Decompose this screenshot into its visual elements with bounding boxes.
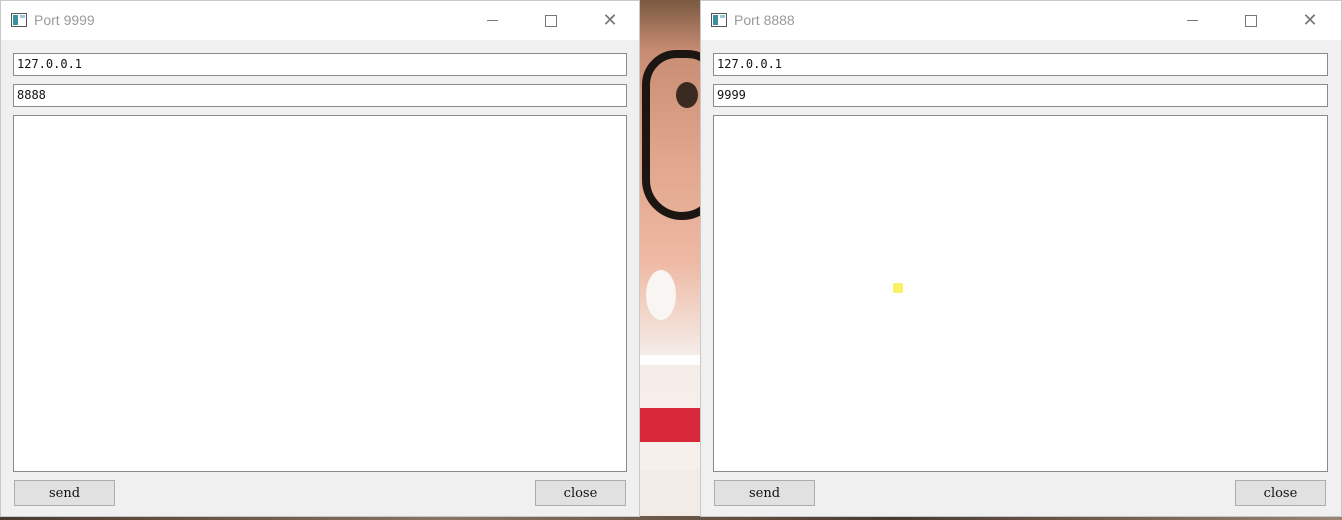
title-bar[interactable]: Port 8888 ✕: [701, 1, 1341, 40]
message-textarea[interactable]: [713, 115, 1328, 472]
glasses-frame: [642, 50, 700, 220]
app-window-icon: [711, 13, 727, 27]
close-icon[interactable]: ✕: [581, 1, 639, 40]
maximize-icon[interactable]: [1222, 1, 1280, 40]
maximize-icon[interactable]: [522, 1, 580, 40]
minimize-icon[interactable]: [1163, 1, 1221, 40]
wallpaper-photo: [640, 0, 700, 520]
shirt-stripe: [640, 355, 700, 365]
app-window-icon: [11, 13, 27, 27]
send-button[interactable]: send: [714, 480, 815, 506]
window-port-8888[interactable]: Port 8888 ✕ 127.0.0.1 9999 send close: [700, 0, 1342, 517]
ip-address-field[interactable]: 127.0.0.1: [13, 53, 627, 76]
close-button[interactable]: close: [1235, 480, 1326, 506]
send-button[interactable]: send: [14, 480, 115, 506]
cheek: [646, 270, 676, 320]
shirt-stripe-red: [640, 408, 700, 442]
message-textarea[interactable]: [13, 115, 627, 472]
port-field[interactable]: 9999: [713, 84, 1328, 107]
ip-address-field[interactable]: 127.0.0.1: [713, 53, 1328, 76]
window-title: Port 9999: [34, 12, 95, 28]
title-bar[interactable]: Port 9999 ✕: [1, 1, 639, 40]
shirt-stripe: [640, 470, 700, 520]
mouse-cursor-highlight: [893, 283, 903, 293]
port-field[interactable]: 8888: [13, 84, 627, 107]
close-button[interactable]: close: [535, 480, 626, 506]
minimize-icon[interactable]: [463, 1, 521, 40]
close-icon[interactable]: ✕: [1281, 1, 1339, 40]
eye: [676, 82, 698, 108]
window-title: Port 8888: [734, 12, 795, 28]
window-port-9999[interactable]: Port 9999 ✕ 127.0.0.1 8888 send close: [0, 0, 640, 517]
